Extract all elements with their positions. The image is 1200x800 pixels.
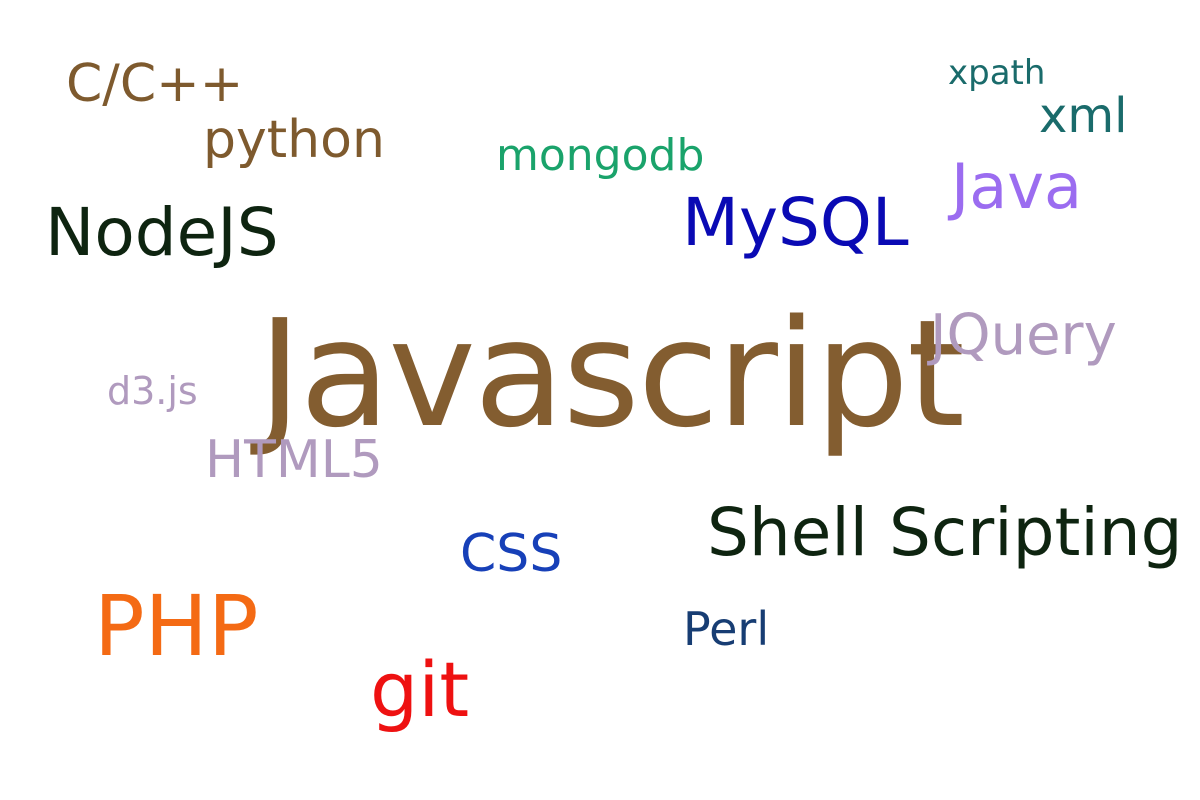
word-mysql: MySQL bbox=[682, 184, 909, 261]
word-d3js: d3.js bbox=[107, 369, 198, 413]
word-python: python bbox=[203, 110, 385, 170]
word-javascript: Javascript bbox=[258, 288, 965, 460]
word-cloud: C/C++ python mongodb xpath xml Java Node… bbox=[0, 0, 1200, 800]
word-xpath: xpath bbox=[948, 53, 1046, 93]
word-cpp: C/C++ bbox=[66, 54, 244, 114]
word-html5: HTML5 bbox=[205, 430, 383, 490]
word-nodejs: NodeJS bbox=[45, 194, 279, 271]
word-java: Java bbox=[951, 150, 1082, 223]
word-css: CSS bbox=[460, 524, 563, 584]
word-git: git bbox=[370, 645, 470, 734]
word-php: PHP bbox=[94, 577, 259, 675]
word-xml: xml bbox=[1039, 88, 1128, 144]
word-perl: Perl bbox=[683, 602, 770, 656]
word-shell-scripting: Shell Scripting bbox=[707, 494, 1183, 571]
word-mongodb: mongodb bbox=[496, 130, 705, 181]
word-jquery: JQuery bbox=[930, 303, 1117, 368]
